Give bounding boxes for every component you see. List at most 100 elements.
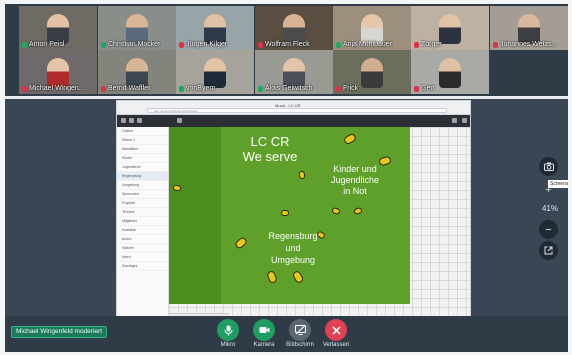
participant-name: Christian Mocker bbox=[101, 41, 161, 48]
camera-button[interactable] bbox=[253, 319, 275, 341]
microphone-icon bbox=[224, 325, 232, 335]
participant-video bbox=[47, 14, 69, 44]
zoom-in-button[interactable]: + bbox=[539, 180, 558, 199]
participant-tile[interactable]: Alois Geiwitsch bbox=[255, 50, 333, 94]
participant-name: Jürgen Kilger bbox=[179, 41, 227, 48]
outline-item[interactable]: Ebene 1 bbox=[117, 136, 168, 145]
browser-url-bar: app.mural.co/t/lions/m/lccr/board bbox=[147, 108, 447, 113]
slide-text-right-3: in Not bbox=[343, 186, 367, 196]
shared-screen: Mural - LC CR app.mural.co/t/lions/m/lcc… bbox=[116, 100, 471, 320]
camera-icon bbox=[543, 162, 554, 171]
zoom-out-button[interactable]: − bbox=[539, 220, 558, 239]
outline-item[interactable]: Regensburg bbox=[117, 172, 168, 181]
bee-sticker[interactable] bbox=[342, 132, 358, 146]
outline-item[interactable]: Sponsoren bbox=[117, 190, 168, 199]
outline-item[interactable]: Archiv bbox=[117, 235, 168, 244]
participant-video bbox=[47, 58, 69, 88]
screenshot-button[interactable] bbox=[539, 157, 558, 176]
slide-title-2: We serve bbox=[242, 149, 298, 164]
participant-name-label: Zorger bbox=[421, 41, 442, 48]
minus-icon: − bbox=[545, 223, 552, 236]
plus-icon: + bbox=[545, 183, 552, 196]
participant-name: Zorger bbox=[414, 41, 442, 48]
bee-sticker[interactable] bbox=[291, 269, 305, 285]
participant-video bbox=[126, 58, 148, 88]
outline-item[interactable]: Notizen bbox=[117, 244, 168, 253]
outline-item[interactable]: Jugendliche bbox=[117, 163, 168, 172]
video-conference-window: Anton Peisl Christian Mocker Jürgen Kilger… bbox=[5, 4, 568, 352]
bee-sticker[interactable] bbox=[233, 236, 249, 250]
participant-tile[interactable]: Wolfram Fleck bbox=[255, 6, 333, 50]
screen-share-icon bbox=[294, 325, 306, 335]
participant-tile[interactable]: Anton Peisl bbox=[19, 6, 97, 50]
outline-item[interactable]: Umgebung bbox=[117, 181, 168, 190]
participant-tile[interactable]: Anja Mühlbauer bbox=[333, 6, 411, 50]
slide-text-left-2: und bbox=[285, 243, 301, 253]
redo-icon bbox=[137, 118, 142, 123]
participant-name-label: Gert bbox=[421, 85, 435, 92]
participant-video bbox=[361, 14, 383, 44]
participant-tile[interactable]: Johannes Wetzs... bbox=[490, 6, 568, 50]
participant-name: vonByern bbox=[179, 85, 216, 92]
bee-sticker[interactable] bbox=[266, 269, 278, 285]
participant-name-label: Frick bbox=[343, 85, 359, 92]
board-slide: LC CR We serve Kinder und Jugendliche in… bbox=[169, 127, 410, 304]
mic-label: Mikro bbox=[220, 342, 236, 348]
participant-tile[interactable]: Michael Wingen... bbox=[19, 50, 97, 94]
outline-sidebar: Outline Ebene 1 Aktivitäten Kinder Jugendlic… bbox=[117, 127, 169, 319]
participant-name: Johannes Wetzs... bbox=[493, 41, 557, 48]
participant-tile[interactable]: Zorger bbox=[411, 6, 489, 50]
leave-label: Verlassen bbox=[322, 342, 350, 348]
participant-video bbox=[204, 58, 226, 88]
microphone-status-icon bbox=[258, 41, 263, 48]
participant-name-label: Anton Peisl bbox=[29, 41, 65, 48]
participant-tile[interactable]: Christian Mocker bbox=[98, 6, 176, 50]
participant-tile[interactable]: Frick bbox=[333, 50, 411, 94]
outline-item[interactable]: Projekte bbox=[117, 199, 168, 208]
menu-icon bbox=[121, 118, 126, 123]
mic-button[interactable] bbox=[217, 319, 239, 341]
outline-item[interactable]: Mitglieder bbox=[117, 217, 168, 226]
microphone-status-icon bbox=[414, 41, 419, 48]
outline-item[interactable]: Kontakte bbox=[117, 226, 168, 235]
participant-name-label: Alois Geiwitsch bbox=[265, 85, 313, 92]
microphone-status-icon bbox=[22, 41, 27, 48]
participant-name: Alois Geiwitsch bbox=[258, 85, 312, 92]
outline-item[interactable]: Sonstiges bbox=[117, 262, 168, 271]
outline-item[interactable]: Aktivitäten bbox=[117, 145, 168, 154]
camera-label: Kamera bbox=[253, 342, 275, 348]
participant-tile[interactable]: Gert bbox=[411, 50, 489, 94]
screen-share-button[interactable] bbox=[289, 319, 311, 341]
fullscreen-button[interactable] bbox=[539, 241, 558, 260]
bee-sticker[interactable] bbox=[331, 206, 341, 216]
microphone-status-icon bbox=[493, 41, 498, 48]
participant-video bbox=[361, 58, 383, 88]
bee-sticker[interactable] bbox=[281, 210, 289, 216]
participant-video bbox=[283, 58, 305, 88]
close-icon bbox=[331, 325, 341, 335]
bee-sticker[interactable] bbox=[353, 206, 363, 216]
participant-tile[interactable]: Jürgen Kilger bbox=[176, 6, 254, 50]
leave-button[interactable] bbox=[325, 319, 347, 341]
bee-sticker[interactable] bbox=[298, 170, 306, 180]
app-toolbar bbox=[117, 115, 470, 127]
participant-video bbox=[283, 14, 305, 44]
participant-tile[interactable]: vonByern bbox=[176, 50, 254, 94]
microphone-status-icon bbox=[101, 41, 106, 48]
outline-item[interactable]: Outline bbox=[117, 127, 168, 136]
participant-name-label: Michael Wingen... bbox=[29, 85, 85, 92]
board-canvas: LC CR We serve Kinder und Jugendliche in… bbox=[169, 127, 470, 319]
outline-item[interactable]: Kinder bbox=[117, 154, 168, 163]
slide-left-band bbox=[169, 127, 221, 304]
outline-item[interactable]: Termine bbox=[117, 208, 168, 217]
meeting-toolbar: Michael Wingenfeld moderiert Mikro Kamer… bbox=[5, 316, 568, 352]
stage-divider bbox=[5, 96, 568, 99]
microphone-status-icon bbox=[336, 85, 341, 92]
participant-name: Wolfram Fleck bbox=[258, 41, 310, 48]
microphone-status-icon bbox=[101, 85, 106, 92]
participant-name-label: Jürgen Kilger bbox=[186, 41, 228, 48]
participant-name-label: vonByern bbox=[186, 85, 216, 92]
video-camera-icon bbox=[259, 327, 269, 333]
participant-tile[interactable]: Bernd Waffler bbox=[98, 50, 176, 94]
outline-item[interactable]: Ideen bbox=[117, 253, 168, 262]
